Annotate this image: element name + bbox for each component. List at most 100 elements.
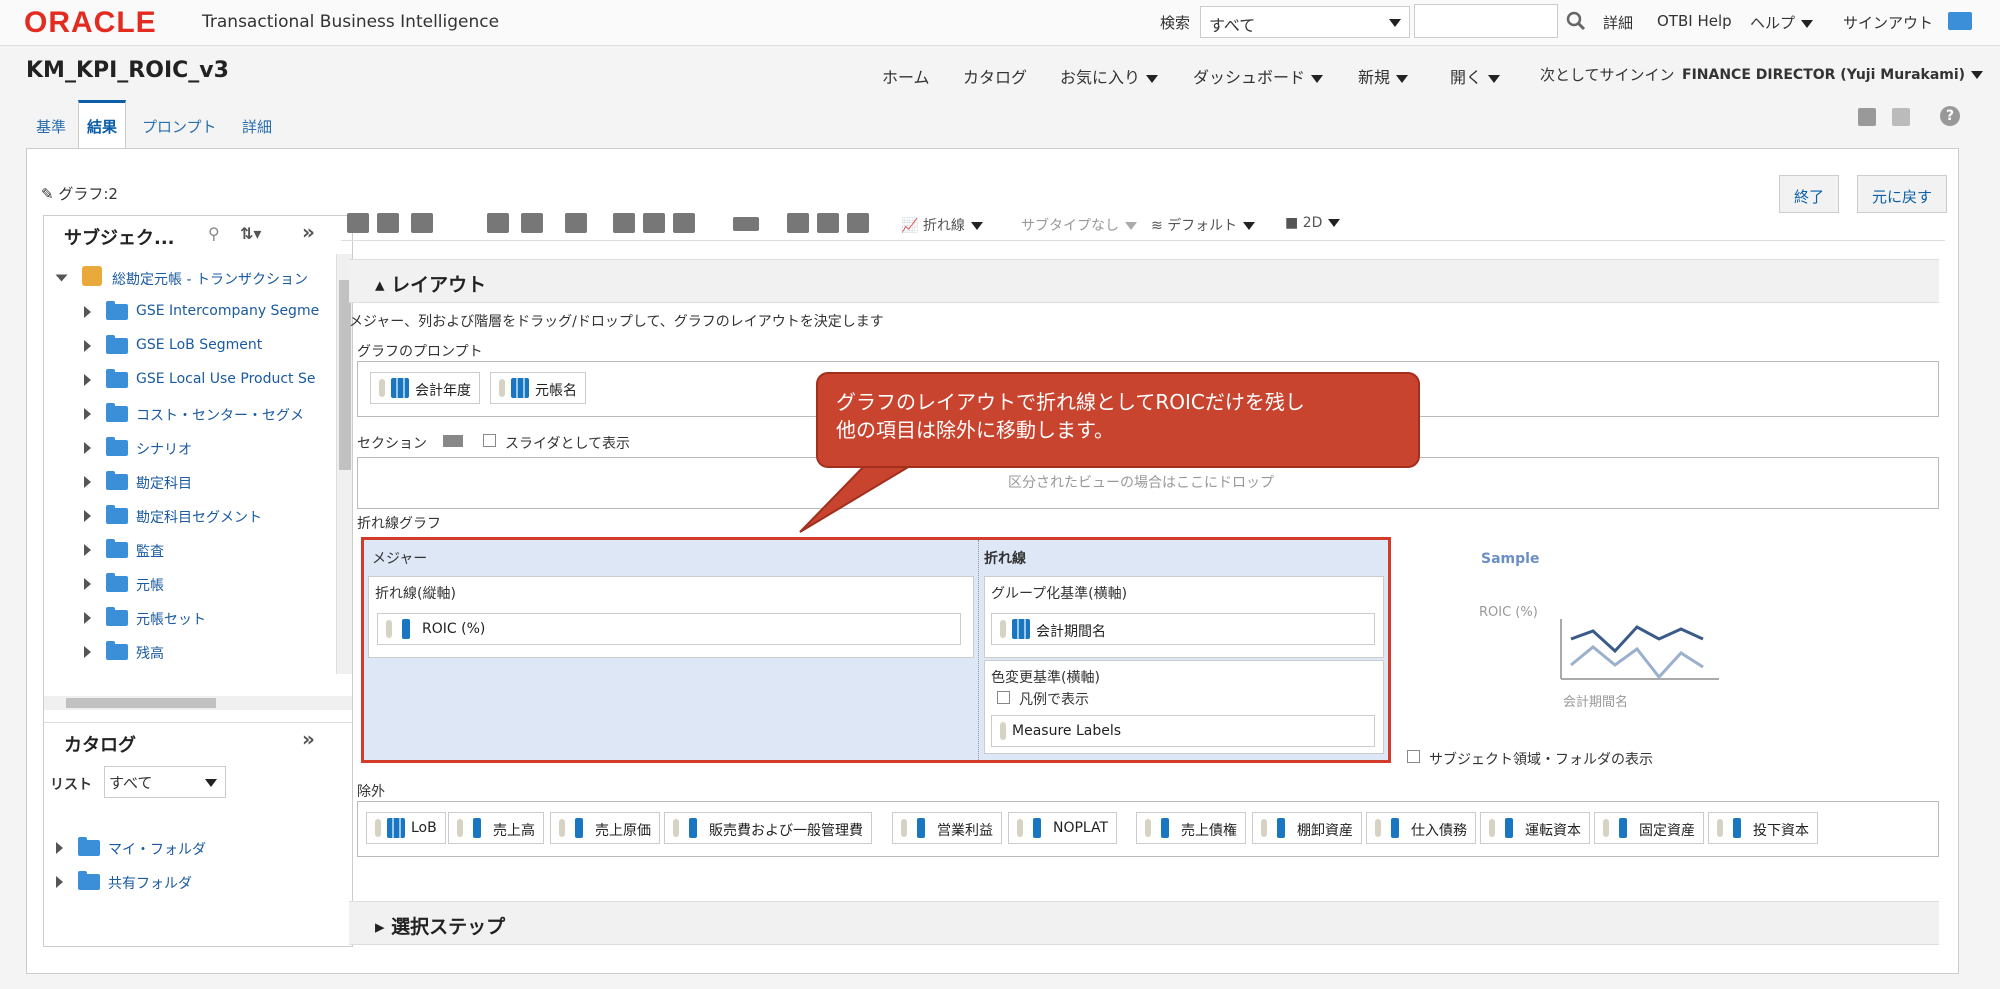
chart-subtype-select[interactable]: サブタイプなし <box>1021 215 1137 235</box>
excluded-chip[interactable]: 運転資本 <box>1480 812 1590 844</box>
vary-color-chip[interactable]: Measure Labels <box>991 715 1375 747</box>
properties-icon[interactable] <box>411 213 433 233</box>
tree-folder[interactable]: GSE Local Use Product Se <box>136 371 334 387</box>
tab-prompts[interactable]: プロンプト <box>142 116 217 137</box>
excluded-chip[interactable]: NOPLAT <box>1008 812 1118 844</box>
scroll-thumb[interactable] <box>66 698 216 708</box>
columns-icon[interactable] <box>521 213 543 233</box>
chevron-right-icon[interactable] <box>84 544 91 556</box>
chevron-right-icon[interactable] <box>56 876 63 888</box>
tree-folder[interactable]: 監査 <box>136 541 334 561</box>
nav-home[interactable]: ホーム <box>882 64 930 88</box>
excluded-chip[interactable]: 棚卸資産 <box>1252 812 1362 844</box>
tree-folder[interactable]: 残高 <box>136 643 334 663</box>
chart-properties-icon[interactable] <box>847 213 869 233</box>
export-icon[interactable] <box>377 213 399 233</box>
nav-new[interactable]: 新規 <box>1358 64 1409 88</box>
tree-folder[interactable]: GSE LoB Segment <box>136 337 334 353</box>
legend-checkbox[interactable] <box>997 691 1010 704</box>
chart-dimension-select[interactable]: ■ 2D <box>1285 215 1341 231</box>
top-link-details[interactable]: 詳細 <box>1603 12 1633 33</box>
chevron-right-icon[interactable] <box>84 510 91 522</box>
vary-color-drop[interactable]: 色変更基準(横軸) 凡例で表示 Measure Labels <box>984 660 1384 754</box>
search-scope-select[interactable]: すべて <box>1200 6 1410 38</box>
sort-icon[interactable]: ⇅▾ <box>240 224 261 243</box>
drill-icon[interactable] <box>487 213 509 233</box>
tree-folder[interactable]: 元帳セット <box>136 609 334 629</box>
xyz-icon[interactable] <box>733 217 759 231</box>
new-group-icon[interactable] <box>673 213 695 233</box>
signout-link[interactable]: サインアウト <box>1843 12 1933 33</box>
save-as-icon[interactable] <box>1892 108 1910 126</box>
line-vertical-drop[interactable]: 折れ線(縦軸) ROIC (%) <box>368 576 974 658</box>
tab-criteria[interactable]: 基準 <box>36 116 66 137</box>
tree-folder[interactable]: コスト・センター・セグメ <box>136 405 334 425</box>
tree-folder[interactable]: GSE Intercompany Segme <box>136 303 334 319</box>
show-subject-checkbox[interactable] <box>1407 750 1420 763</box>
chevron-right-icon[interactable] <box>84 340 91 352</box>
prompt-chip-ledger-name[interactable]: 元帳名 <box>490 372 586 404</box>
collapse-panel-icon[interactable]: » <box>302 220 315 244</box>
new-calc-icon[interactable] <box>613 213 635 233</box>
slider-checkbox[interactable] <box>483 434 496 447</box>
excluded-chip[interactable]: 販売費および一般管理費 <box>664 812 872 844</box>
top-link-help-otbi[interactable]: OTBI Help <box>1657 12 1732 30</box>
chevron-right-icon[interactable] <box>84 578 91 590</box>
chevron-right-icon[interactable] <box>84 442 91 454</box>
print-icon[interactable] <box>347 213 369 233</box>
excluded-chip[interactable]: 投下資本 <box>1708 812 1818 844</box>
chevron-right-icon[interactable] <box>84 646 91 658</box>
excluded-drop[interactable]: LoB 売上高 売上原価 販売費および一般管理費 営業利益 NOPLAT 売上債… <box>357 801 1939 857</box>
tree-folder[interactable]: 勘定科目セグメント <box>136 507 334 527</box>
layout-section-header[interactable]: ▴ レイアウト <box>349 259 1939 303</box>
search-icon[interactable]: ⚲ <box>208 224 220 243</box>
group-icon[interactable] <box>643 213 665 233</box>
excluded-chip[interactable]: LoB <box>366 812 446 844</box>
tree-folder[interactable]: 元帳 <box>136 575 334 595</box>
collapse-panel-icon[interactable]: » <box>302 727 315 751</box>
chevron-right-icon[interactable] <box>84 306 91 318</box>
apps-icon[interactable] <box>1948 12 1972 30</box>
chevron-right-icon[interactable] <box>84 476 91 488</box>
refresh-icon[interactable] <box>565 213 587 233</box>
tree-folder[interactable]: シナリオ <box>136 439 334 459</box>
tree-root[interactable]: 総勘定元帳 - トランザクション <box>112 269 334 289</box>
top-link-help[interactable]: ヘルプ <box>1750 12 1814 33</box>
catalog-list-select[interactable]: すべて <box>104 766 226 798</box>
prompt-chip-fiscal-year[interactable]: 会計年度 <box>370 372 480 404</box>
catalog-shared-folders[interactable]: 共有フォルダ <box>108 873 192 893</box>
excluded-chip[interactable]: 固定資産 <box>1594 812 1704 844</box>
group-chip-period[interactable]: 会計期間名 <box>991 613 1375 645</box>
tab-advanced[interactable]: 詳細 <box>242 116 272 137</box>
bar-chart-icon[interactable] <box>787 213 809 233</box>
nav-favorites[interactable]: お気に入り <box>1060 64 1159 88</box>
excluded-chip[interactable]: 営業利益 <box>892 812 1002 844</box>
save-icon[interactable] <box>1858 108 1876 126</box>
search-input[interactable] <box>1414 4 1558 38</box>
tree-folder[interactable]: 勘定科目 <box>136 473 334 493</box>
nav-catalog[interactable]: カタログ <box>963 64 1027 88</box>
chevron-right-icon[interactable] <box>84 408 91 420</box>
selection-steps-header[interactable]: ▸ 選択ステップ <box>349 901 1939 945</box>
search-icon[interactable] <box>1566 11 1586 31</box>
chevron-right-icon[interactable] <box>84 612 91 624</box>
excluded-chip[interactable]: 売上原価 <box>550 812 660 844</box>
chevron-down-icon[interactable] <box>55 274 68 282</box>
nav-dashboards[interactable]: ダッシュボード <box>1193 64 1324 88</box>
excluded-chip[interactable]: 仕入債務 <box>1366 812 1476 844</box>
chevron-right-icon[interactable] <box>56 842 63 854</box>
excluded-chip[interactable]: 売上債権 <box>1136 812 1246 844</box>
nav-open[interactable]: 開く <box>1450 64 1501 88</box>
chart-type-select[interactable]: 📈 折れ線 <box>901 215 983 235</box>
measure-chip-roic[interactable]: ROIC (%) <box>377 613 961 645</box>
chevron-right-icon[interactable] <box>84 374 91 386</box>
help-icon[interactable]: ? <box>1940 106 1960 126</box>
excluded-chip[interactable]: 売上高 <box>448 812 544 844</box>
horizontal-scrollbar[interactable] <box>44 696 352 710</box>
catalog-my-folders[interactable]: マイ・フォルダ <box>108 839 206 859</box>
zoom-icon[interactable] <box>817 213 839 233</box>
tab-results[interactable]: 結果 <box>78 100 127 150</box>
group-by-drop[interactable]: グループ化基準(横軸) 会計期間名 <box>984 576 1384 658</box>
user-menu[interactable]: FINANCE DIRECTOR (Yuji Murakami) <box>1682 67 1984 83</box>
chart-style-select[interactable]: ≋ デフォルト <box>1151 215 1256 235</box>
